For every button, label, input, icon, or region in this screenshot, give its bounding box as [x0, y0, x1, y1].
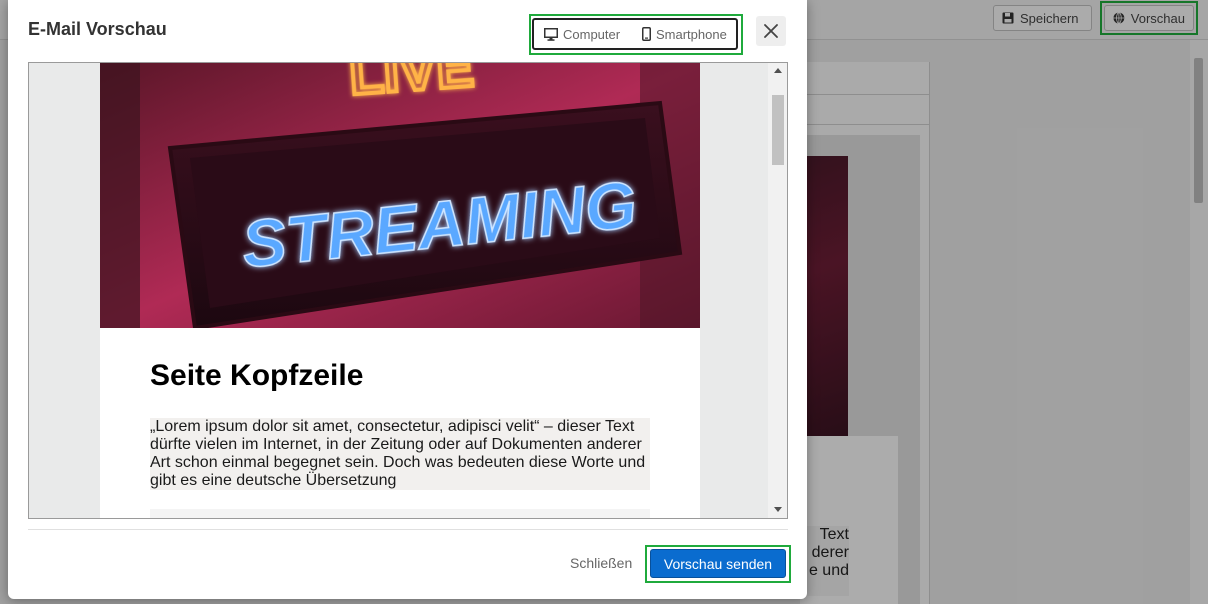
modal-title: E-Mail Vorschau — [28, 19, 167, 39]
smartphone-view-button[interactable]: Smartphone — [634, 20, 736, 48]
scroll-up-arrow-icon[interactable] — [774, 68, 782, 73]
close-link[interactable]: Schließen — [570, 555, 632, 571]
email-preview-frame[interactable]: LIVE STREAMING Seite Kopfzeile „Lorem ip… — [28, 62, 788, 519]
computer-view-label: Computer — [563, 26, 621, 42]
send-preview-button[interactable]: Vorschau senden — [650, 549, 786, 578]
computer-view-button[interactable]: Computer — [534, 20, 634, 48]
modal-footer-divider — [28, 529, 788, 530]
close-button[interactable] — [756, 16, 786, 46]
email-preview-modal: E-Mail Vorschau Computer Smartphone LIVE… — [8, 0, 807, 599]
email-paragraph: „Lorem ipsum dolor sit amet, consectetur… — [150, 418, 650, 490]
smartphone-icon — [642, 27, 651, 41]
smartphone-view-label: Smartphone — [656, 26, 727, 42]
email-heading: Seite Kopfzeile — [150, 359, 364, 392]
hero-image: LIVE STREAMING — [100, 63, 700, 328]
scroll-down-arrow-icon[interactable] — [774, 507, 782, 512]
monitor-icon — [544, 27, 558, 41]
email-body: LIVE STREAMING Seite Kopfzeile „Lorem ip… — [100, 63, 700, 518]
email-next-block — [150, 509, 650, 518]
device-toggle-group: Computer Smartphone — [532, 18, 738, 50]
preview-scrollbar-thumb[interactable] — [772, 95, 784, 165]
close-icon — [764, 24, 778, 38]
preview-scrollbar[interactable] — [768, 63, 787, 518]
